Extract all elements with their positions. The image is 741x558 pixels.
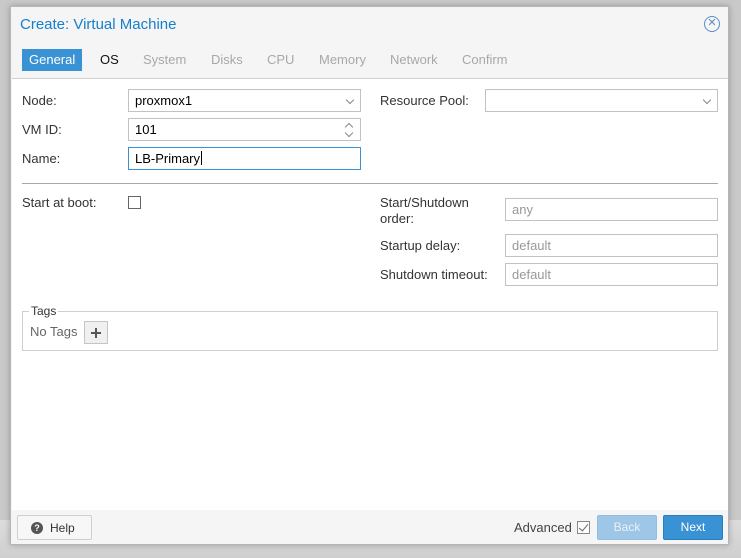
shutdown-timeout-label: Shutdown timeout: (380, 267, 488, 282)
tab-general[interactable]: General (22, 49, 83, 71)
name-input[interactable]: LB-Primary (128, 147, 361, 170)
tags-fieldset: Tags No Tags (22, 304, 718, 351)
section-divider (22, 183, 718, 184)
advanced-label: Advanced (514, 520, 572, 535)
resource-pool-select[interactable] (485, 89, 718, 112)
question-circle-icon: ? (31, 522, 43, 534)
shutdown-timeout-input[interactable]: default (505, 263, 718, 286)
tab-os[interactable]: OS (93, 49, 126, 71)
close-icon[interactable]: ✕ (704, 16, 720, 32)
start-order-input[interactable]: any (505, 198, 718, 221)
node-label: Node: (22, 93, 57, 108)
tab-system: System (143, 52, 187, 67)
back-button[interactable]: Back (597, 515, 657, 540)
spin-down-icon[interactable] (344, 128, 354, 138)
tab-memory: Memory (319, 52, 366, 67)
tab-confirm: Confirm (462, 52, 508, 67)
tab-cpu: CPU (267, 52, 295, 67)
tags-legend: Tags (29, 304, 59, 318)
vmid-stepper[interactable]: 101 (128, 118, 361, 141)
vmid-label: VM ID: (22, 122, 62, 137)
startup-delay-label: Startup delay: (380, 238, 461, 253)
no-tags-text: No Tags (30, 324, 78, 339)
dialog-titlebar: Create: Virtual Machine ✕ (11, 7, 728, 43)
vmid-value: 101 (135, 122, 157, 137)
chevron-down-icon (345, 95, 355, 105)
add-tag-button[interactable] (84, 321, 108, 344)
name-value: LB-Primary (135, 151, 201, 166)
node-select[interactable]: proxmox1 (128, 89, 361, 112)
start-at-boot-label: Start at boot: (22, 195, 97, 210)
chevron-down-icon (702, 95, 712, 105)
start-at-boot-checkbox[interactable] (128, 196, 141, 209)
resource-pool-label: Resource Pool: (380, 93, 469, 108)
dialog-footer: ? Help Advanced Back Next (11, 509, 728, 545)
startup-delay-input[interactable]: default (505, 234, 718, 257)
tab-network: Network (390, 52, 438, 67)
help-label: Help (50, 521, 75, 535)
plus-icon-stem (95, 328, 97, 338)
dialog-title: Create: Virtual Machine (20, 16, 177, 33)
next-button[interactable]: Next (663, 515, 723, 540)
tab-disks: Disks (211, 52, 243, 67)
advanced-checkbox[interactable] (577, 521, 590, 534)
checkmark-icon (578, 521, 589, 532)
start-order-label: Start/Shutdown order: (380, 195, 469, 226)
general-panel: Node: proxmox1 VM ID: 101 Name: LB-Prima… (12, 78, 728, 510)
text-cursor (201, 151, 203, 165)
help-button[interactable]: ? Help (17, 515, 92, 540)
name-label: Name: (22, 151, 61, 166)
create-vm-dialog: Create: Virtual Machine ✕ General OS Sys… (10, 6, 729, 545)
node-value: proxmox1 (135, 93, 193, 108)
